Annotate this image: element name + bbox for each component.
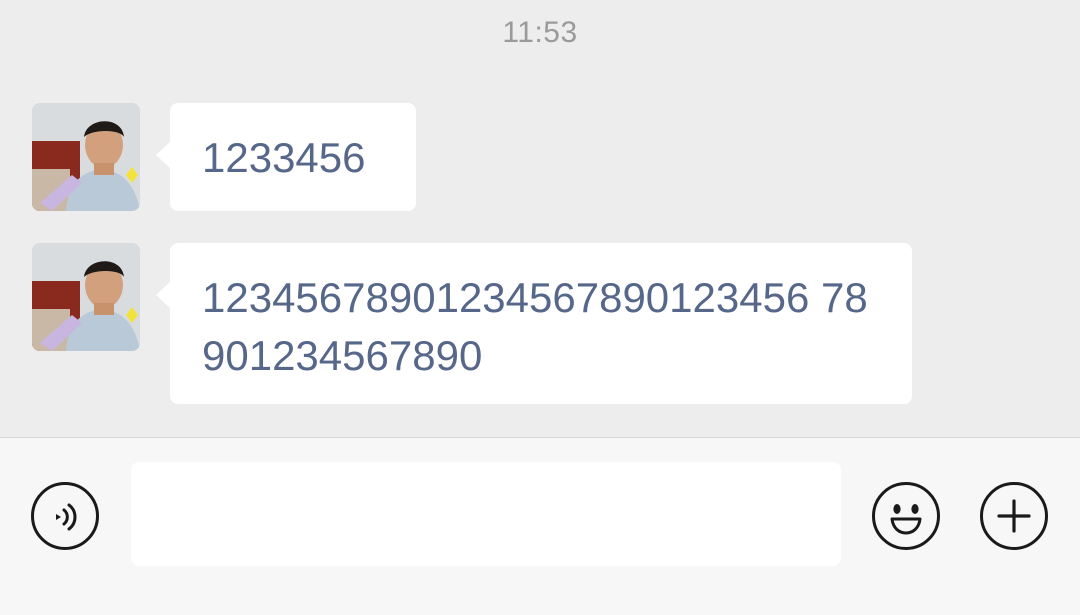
voice-input-icon [56, 503, 77, 531]
emoji-button[interactable] [872, 482, 940, 550]
message-row: 12345678901234567890123456 7890123456789… [32, 243, 912, 404]
message-text: 1233456 [202, 134, 366, 181]
contact-avatar[interactable] [32, 103, 140, 211]
chat-input-bar [0, 438, 1080, 615]
smiley-icon [890, 504, 922, 535]
plus-icon [997, 499, 1031, 533]
voice-input-button[interactable] [31, 482, 99, 550]
user-photo-avatar-icon [32, 103, 140, 211]
more-options-button[interactable] [980, 482, 1048, 550]
message-row: 1233456 [32, 103, 416, 211]
message-bubble[interactable]: 1233456 [156, 103, 416, 211]
user-photo-avatar-icon [32, 243, 140, 351]
message-text: 12345678901234567890123456 7890123456789… [202, 274, 868, 379]
message-timestamp: 11:53 [502, 16, 578, 49]
chat-screen: 11:53 1233456 12345678901234567890123456… [0, 0, 1080, 615]
message-input[interactable] [131, 462, 841, 566]
contact-avatar[interactable] [32, 243, 140, 351]
message-bubble[interactable]: 12345678901234567890123456 7890123456789… [156, 243, 912, 404]
